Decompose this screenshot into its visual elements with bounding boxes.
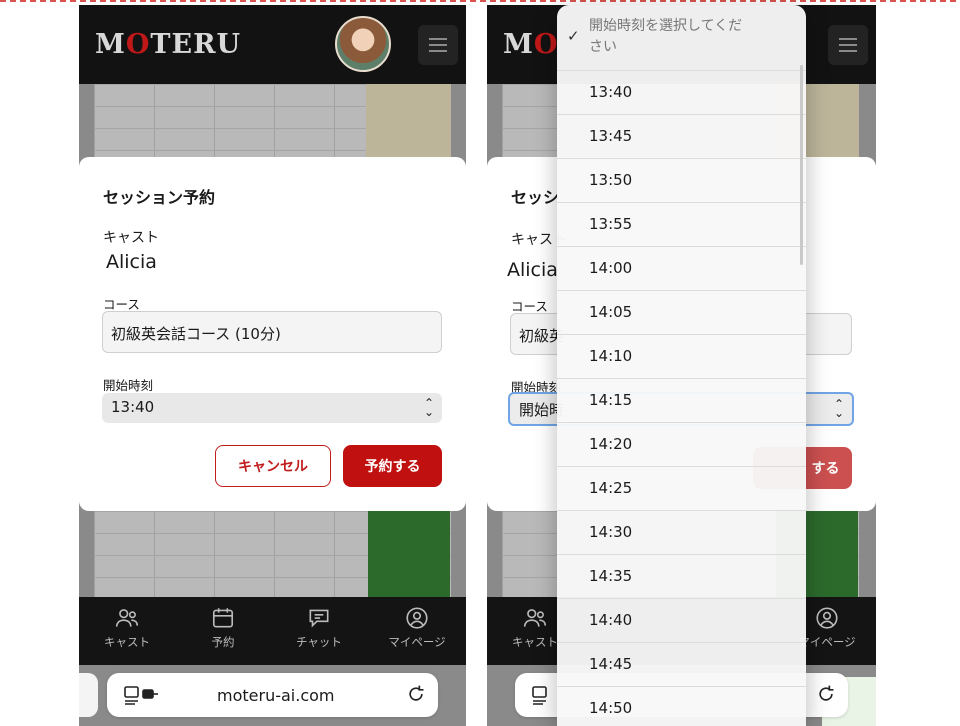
dropdown-option[interactable]: 14:15 bbox=[557, 379, 806, 423]
user-circle-icon bbox=[816, 607, 838, 629]
start-time-label: 開始時刻 bbox=[103, 378, 154, 393]
dropdown-option[interactable]: 14:45 bbox=[557, 643, 806, 687]
nav-label: 予約 bbox=[211, 635, 235, 649]
nav-item-mypage[interactable]: マイページ bbox=[369, 605, 465, 650]
modal-title: セッシ bbox=[511, 188, 560, 207]
nav-label: マイページ bbox=[798, 635, 856, 649]
tabs-icon[interactable] bbox=[123, 685, 163, 705]
dropdown-option[interactable]: 13:55 bbox=[557, 203, 806, 247]
user-circle-icon bbox=[406, 607, 428, 629]
book-label: する bbox=[811, 461, 840, 477]
dropdown-option[interactable]: 14:40 bbox=[557, 599, 806, 643]
start-time-select[interactable]: 13:40 ⌃ ⌄ bbox=[102, 393, 442, 423]
users-icon bbox=[115, 609, 139, 627]
course-field[interactable]: 初級英会話コース (10分) bbox=[102, 311, 442, 353]
updown-chevron-icon: ⌃ ⌄ bbox=[423, 396, 434, 419]
logo-letters: TERU bbox=[150, 29, 242, 60]
nav-item-cast[interactable]: キャスト bbox=[79, 605, 175, 650]
app-logo[interactable]: MOTERU bbox=[95, 29, 241, 60]
dropdown-option[interactable]: 13:50 bbox=[557, 159, 806, 203]
dropdown-scrollbar[interactable] bbox=[800, 65, 803, 265]
hamburger-icon bbox=[429, 38, 447, 40]
dropdown-option[interactable]: 14:20 bbox=[557, 423, 806, 467]
dropdown-option[interactable]: 14:00 bbox=[557, 247, 806, 291]
dropdown-option[interactable]: 13:40 bbox=[557, 71, 806, 115]
nav-label: キャスト bbox=[104, 635, 150, 649]
updown-chevron-icon: ⌃ ⌄ bbox=[833, 397, 844, 420]
dropdown-option[interactable]: 14:05 bbox=[557, 291, 806, 335]
hamburger-line bbox=[839, 44, 857, 46]
browser-side-tab[interactable] bbox=[79, 673, 98, 717]
dropdown-option[interactable]: 14:35 bbox=[557, 555, 806, 599]
app-logo[interactable]: MO bbox=[503, 29, 558, 60]
hamburger-icon bbox=[839, 38, 857, 40]
logo-letter-o: O bbox=[533, 29, 559, 60]
checkmark-icon: ✓ bbox=[567, 27, 580, 45]
dropdown-option[interactable]: 13:45 bbox=[557, 115, 806, 159]
dropdown-option[interactable]: 14:25 bbox=[557, 467, 806, 511]
cancel-button[interactable]: キャンセル bbox=[215, 445, 331, 487]
bottom-nav: キャスト 予約 チャット マイページ bbox=[79, 597, 466, 665]
hamburger-line bbox=[429, 44, 447, 46]
time-picker-dropdown: ✓ 開始時刻を選択してください 13:40 13:45 13:50 13:55 14:0… bbox=[557, 5, 806, 726]
cast-name: Alicia bbox=[106, 251, 157, 273]
nav-item-chat[interactable]: チャット bbox=[271, 605, 367, 650]
placeholder-text: 開始時刻を選択してください bbox=[589, 18, 743, 55]
dropdown-option[interactable]: 14:10 bbox=[557, 335, 806, 379]
logo-letter-o: O bbox=[125, 29, 151, 60]
menu-button[interactable] bbox=[828, 25, 868, 65]
reload-icon[interactable] bbox=[816, 684, 836, 704]
schedule-booked-cell bbox=[368, 511, 450, 597]
nav-label: チャット bbox=[296, 635, 342, 649]
nav-item-booking[interactable]: 予約 bbox=[175, 605, 271, 650]
users-icon bbox=[523, 609, 547, 627]
modal-title: セッション予約 bbox=[103, 188, 216, 207]
chat-icon bbox=[309, 609, 329, 628]
dropdown-option[interactable]: 14:50 bbox=[557, 687, 806, 726]
browser-address-bar[interactable]: moteru-ai.com bbox=[107, 673, 438, 717]
nav-label: キャスト bbox=[512, 635, 558, 649]
booking-modal: セッション予約 キャスト Alicia コース 初級英会話コース (10分) 開… bbox=[79, 157, 466, 511]
phone-screen-left: MOTERU セッション予約 キャスト Alicia コース 初級英会話コース … bbox=[79, 5, 466, 726]
avatar[interactable] bbox=[335, 16, 391, 72]
menu-button[interactable] bbox=[418, 25, 458, 65]
cast-label: キャスト bbox=[103, 230, 159, 246]
book-button[interactable]: 予約する bbox=[343, 445, 442, 487]
top-dashed-border bbox=[0, 0, 960, 2]
start-time-value: 13:40 bbox=[111, 398, 155, 416]
hamburger-line bbox=[839, 50, 857, 52]
schedule-highlight bbox=[366, 84, 451, 162]
logo-letter: M bbox=[95, 29, 126, 60]
cast-name: Alicia bbox=[507, 259, 558, 281]
dropdown-placeholder-option[interactable]: ✓ 開始時刻を選択してください bbox=[557, 5, 806, 71]
logo-letter: M bbox=[503, 29, 534, 60]
app-header: MOTERU bbox=[79, 5, 466, 84]
calendar-icon bbox=[212, 608, 234, 628]
hamburger-line bbox=[429, 50, 447, 52]
url-text: moteru-ai.com bbox=[217, 686, 335, 705]
dropdown-option[interactable]: 14:30 bbox=[557, 511, 806, 555]
reload-icon[interactable] bbox=[406, 684, 426, 704]
nav-label: マイページ bbox=[388, 635, 446, 649]
